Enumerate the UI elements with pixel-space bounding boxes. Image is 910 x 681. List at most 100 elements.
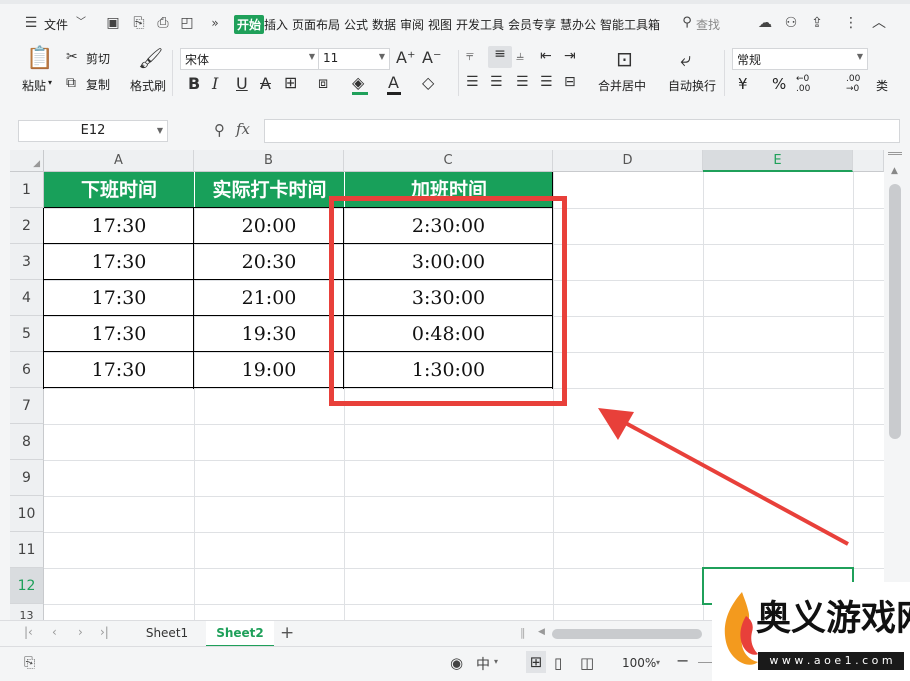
- chevron-down-icon[interactable]: ▾: [656, 658, 660, 667]
- increase-decimal-button[interactable]: ←0 .00: [796, 74, 820, 94]
- tab-insert[interactable]: 插入: [264, 16, 288, 33]
- vertical-scroll-thumb[interactable]: [889, 184, 901, 439]
- search-icon[interactable]: ⚲: [678, 14, 696, 32]
- sheet-tab-sheet1[interactable]: Sheet1: [134, 621, 200, 647]
- font-size-select[interactable]: 11 ▼: [318, 48, 390, 70]
- add-sheet-icon[interactable]: +: [280, 623, 294, 643]
- next-sheet-icon[interactable]: ›: [78, 625, 83, 639]
- macro-record-icon[interactable]: ⎘: [24, 655, 35, 671]
- column-header-f[interactable]: [853, 150, 884, 172]
- decrease-indent-icon[interactable]: ⇤: [540, 48, 552, 64]
- fx-icon[interactable]: fx: [236, 120, 250, 138]
- tab-review[interactable]: 审阅: [400, 16, 424, 33]
- row-header-1[interactable]: 1: [10, 172, 44, 208]
- tab-page-layout[interactable]: 页面布局: [292, 16, 340, 33]
- chevron-down-icon[interactable]: ▾: [48, 78, 52, 87]
- borders-icon[interactable]: ⊞: [284, 73, 297, 92]
- align-top-icon[interactable]: ⫧: [466, 48, 474, 64]
- increase-font-icon[interactable]: A⁺: [396, 48, 415, 67]
- tab-developer[interactable]: 开发工具: [456, 16, 504, 33]
- header-cell-clock-out-time[interactable]: 实际打卡时间: [194, 172, 344, 208]
- last-sheet-icon[interactable]: ›|: [100, 625, 109, 639]
- table-cell[interactable]: 17:30: [44, 244, 194, 280]
- column-header-a[interactable]: A: [44, 150, 194, 172]
- cut-button[interactable]: 剪切: [86, 50, 110, 67]
- header-cell-off-work-time[interactable]: 下班时间: [44, 172, 194, 208]
- increase-indent-icon[interactable]: ⇥: [564, 48, 576, 64]
- row-header-6[interactable]: 6: [10, 352, 44, 388]
- copy-button[interactable]: 复制: [86, 76, 110, 93]
- row-header-2[interactable]: 2: [10, 208, 44, 244]
- distributed-align-icon[interactable]: ⊟: [564, 74, 576, 90]
- decrease-font-icon[interactable]: A⁻: [422, 48, 441, 67]
- currency-button[interactable]: ¥: [738, 75, 748, 93]
- chevron-down-icon[interactable]: ▾: [494, 657, 498, 666]
- row-header-8[interactable]: 8: [10, 424, 44, 460]
- menu-icon[interactable]: ☰: [22, 14, 40, 32]
- page-break-view-icon[interactable]: ◫: [580, 654, 594, 672]
- chevron-down-icon[interactable]: ﹀: [72, 14, 90, 32]
- wrap-text-icon[interactable]: ⤶: [680, 47, 691, 71]
- search-label[interactable]: 查找: [696, 16, 720, 33]
- tab-smart-toolbox[interactable]: 智能工具箱: [600, 16, 660, 33]
- zoom-level[interactable]: 100%: [622, 656, 656, 670]
- table-cell[interactable]: 20:30: [194, 244, 344, 280]
- row-header-10[interactable]: 10: [10, 496, 44, 532]
- row-header-7[interactable]: 7: [10, 388, 44, 424]
- row-header-5[interactable]: 5: [10, 316, 44, 352]
- tab-view[interactable]: 视图: [428, 16, 452, 33]
- row-header-12[interactable]: 12: [10, 568, 44, 604]
- share-icon[interactable]: ⇪: [808, 14, 826, 32]
- number-format-select[interactable]: 常规 ▼: [732, 48, 868, 70]
- align-bottom-icon[interactable]: ⫨: [516, 48, 524, 64]
- row-header-13[interactable]: 13: [10, 604, 44, 620]
- print-preview-icon[interactable]: ◰: [178, 14, 196, 32]
- horizontal-scroll-thumb[interactable]: [552, 629, 702, 639]
- merge-center-icon[interactable]: ⊡: [616, 47, 633, 71]
- first-sheet-icon[interactable]: |‹: [24, 625, 33, 639]
- row-header-9[interactable]: 9: [10, 460, 44, 496]
- scroll-left-icon[interactable]: ◀: [538, 627, 545, 637]
- zoom-out-icon[interactable]: −: [676, 651, 689, 670]
- row-header-4[interactable]: 4: [10, 280, 44, 316]
- merge-center-button[interactable]: 合并居中: [598, 77, 646, 94]
- align-left-icon[interactable]: ☰: [466, 74, 479, 90]
- scissors-icon[interactable]: ✂: [66, 49, 78, 65]
- file-menu[interactable]: 文件: [44, 16, 68, 33]
- vertical-scrollbar[interactable]: ▲: [884, 150, 910, 620]
- more-icon[interactable]: »: [206, 14, 224, 32]
- wrap-text-button[interactable]: 自动换行: [668, 77, 716, 94]
- tab-home[interactable]: 开始: [234, 15, 265, 34]
- zoom-slider[interactable]: [698, 662, 712, 663]
- column-header-e[interactable]: E: [703, 150, 853, 172]
- align-center-icon[interactable]: ☰: [490, 74, 503, 90]
- table-cell[interactable]: 17:30: [44, 208, 194, 244]
- table-cell[interactable]: 19:30: [194, 316, 344, 352]
- column-header-b[interactable]: B: [194, 150, 344, 172]
- justify-icon[interactable]: ☰: [540, 74, 553, 90]
- strikethrough-icon[interactable]: A: [260, 74, 271, 93]
- prev-sheet-icon[interactable]: ‹: [52, 625, 57, 639]
- decrease-decimal-button[interactable]: .00 →0: [846, 74, 870, 94]
- input-method-icon[interactable]: 中: [476, 654, 490, 674]
- more-options-icon[interactable]: ⋮: [842, 14, 860, 32]
- underline-icon[interactable]: U: [236, 74, 248, 93]
- font-color-icon[interactable]: A: [388, 73, 399, 92]
- cell-style-icon[interactable]: ⧈: [318, 73, 328, 93]
- table-cell[interactable]: 21:00: [194, 280, 344, 316]
- font-name-select[interactable]: 宋体 ▼: [180, 48, 320, 70]
- paste-button[interactable]: 粘贴: [22, 77, 46, 94]
- tab-smart-office[interactable]: 慧办公: [560, 16, 596, 33]
- format-painter-button[interactable]: 格式刷: [130, 77, 166, 94]
- print-icon[interactable]: ⎙: [154, 14, 172, 32]
- table-cell[interactable]: 20:00: [194, 208, 344, 244]
- normal-view-icon[interactable]: ⊞: [526, 651, 546, 673]
- cloud-sync-icon[interactable]: ☁: [756, 14, 774, 32]
- select-all-corner[interactable]: ◢: [10, 150, 44, 172]
- align-middle-icon[interactable]: ≡: [488, 46, 512, 68]
- collapse-ribbon-icon[interactable]: ︿: [870, 14, 888, 32]
- table-cell[interactable]: 17:30: [44, 280, 194, 316]
- table-cell[interactable]: 17:30: [44, 352, 194, 388]
- eraser-icon[interactable]: ◇: [422, 73, 434, 92]
- sheet-tab-sheet2[interactable]: Sheet2: [206, 621, 274, 647]
